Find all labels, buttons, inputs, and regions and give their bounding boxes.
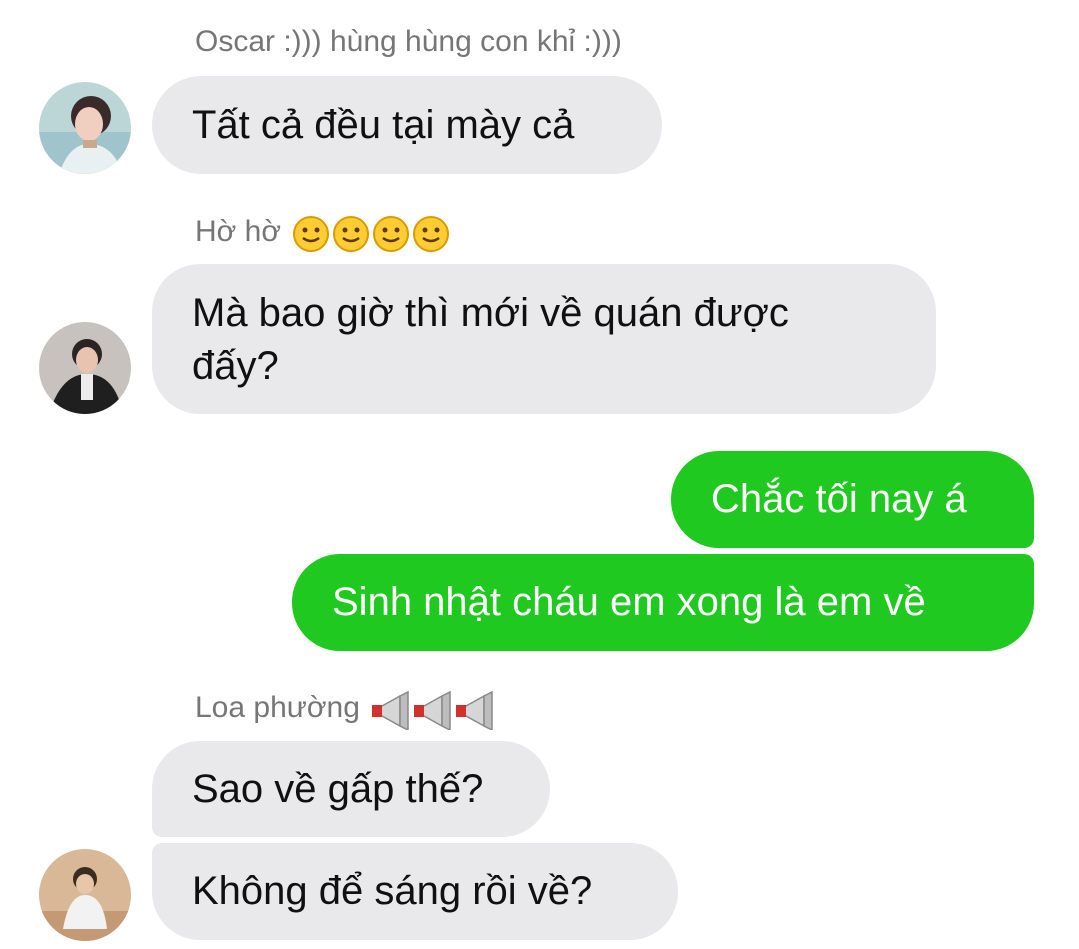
sender-name-oscar: Oscar :))) hùng hùng con khỉ :))) [195, 25, 622, 58]
slightly-smiling-face-icon [293, 215, 330, 252]
message-text: Không để sáng rồi về? [192, 869, 593, 913]
megaphone-icon [414, 690, 451, 731]
message-bubble-incoming[interactable]: Mà bao giờ thì mới về quán được đấy? [152, 264, 936, 414]
message-bubble-outgoing[interactable]: Sinh nhật cháu em xong là em về [292, 554, 1034, 651]
message-bubble-incoming[interactable]: Không để sáng rồi về? [152, 843, 678, 940]
sender-name-text: Loa phường [195, 691, 360, 724]
message-text-line-1: Mà bao giờ thì mới về quán được [192, 291, 789, 335]
avatar-ho-ho[interactable] [39, 322, 131, 414]
message-text: Tất cả đều tại mày cả [192, 103, 575, 147]
megaphone-icon [456, 690, 493, 731]
message-bubble-incoming[interactable]: Sao về gấp thế? [152, 741, 550, 837]
avatar-oscar[interactable] [39, 82, 131, 174]
message-text: Sinh nhật cháu em xong là em về [332, 580, 926, 624]
message-text: Chắc tối nay á [711, 477, 967, 521]
message-text-line-2: đấy? [192, 344, 279, 388]
message-bubble-outgoing[interactable]: Chắc tối nay á [671, 451, 1034, 548]
avatar-loa-phuong[interactable] [39, 849, 131, 941]
slightly-smiling-face-icon [413, 215, 450, 252]
megaphone-emoji-row [370, 689, 496, 731]
sender-name-loa-phuong: Loa phường [195, 688, 496, 731]
slightly-smiling-face-icon [333, 215, 370, 252]
sender-name-text: Hờ hờ [195, 215, 282, 248]
slightly-smiling-face-icon [373, 215, 410, 252]
sender-name-ho-ho: Hờ hờ [195, 212, 451, 254]
message-text: Sao về gấp thế? [192, 767, 484, 811]
smiley-emoji-row [291, 213, 451, 254]
message-bubble-incoming[interactable]: Tất cả đều tại mày cả [152, 76, 662, 174]
megaphone-icon [372, 690, 409, 731]
